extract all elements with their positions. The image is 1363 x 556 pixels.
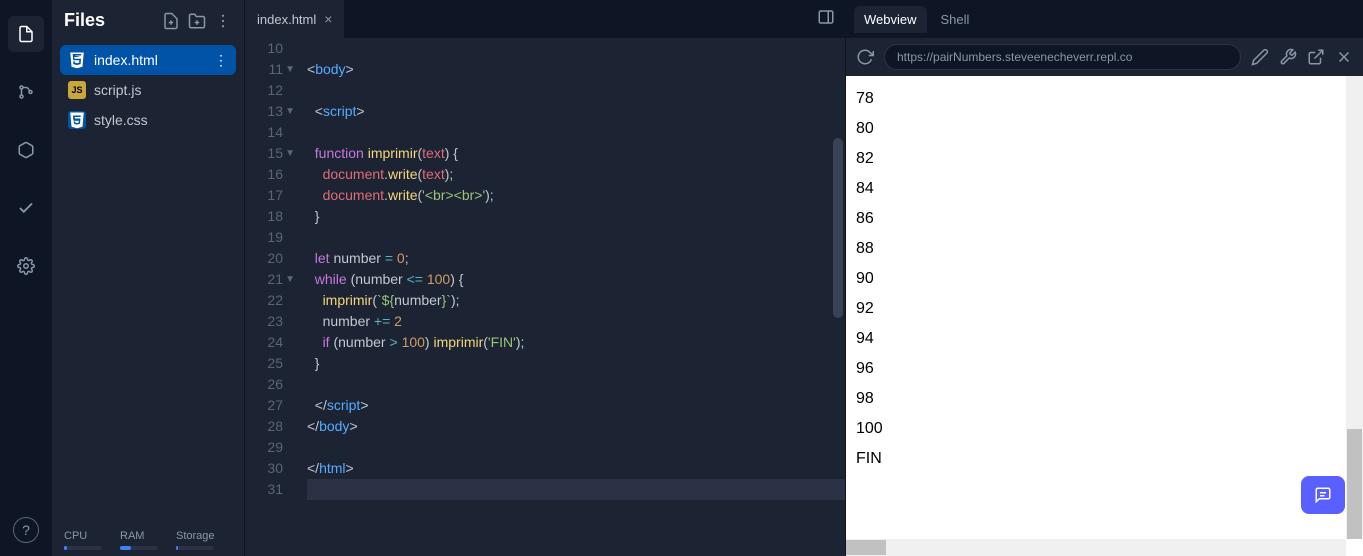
icon-rail [0,0,52,556]
open-new-icon[interactable] [1307,48,1325,66]
right-tab-shell[interactable]: Shell [931,6,980,33]
more-icon[interactable] [214,12,232,30]
package-icon[interactable] [8,132,44,168]
file-item-js[interactable]: JS script.js [60,75,236,105]
output-line: 100 [856,414,1353,444]
close-icon[interactable]: × [324,11,332,27]
url-input[interactable]: https://pairNumbers.steveenecheverr.repl… [884,44,1241,70]
right-tabs: WebviewShell [846,0,1363,38]
files-panel: Files index.html ⋮ JS script.js style.css CP… [52,0,244,556]
storage-label: Storage [176,530,215,542]
files-icon[interactable] [8,16,44,52]
close-panel-icon[interactable] [1335,48,1353,66]
chat-button[interactable] [1301,476,1345,514]
css-file-icon [68,111,86,129]
code-area[interactable]: 1011▼1213▼1415▼161718192021▼222324252627… [245,38,845,556]
output-line: 86 [856,204,1353,234]
output-line: 94 [856,324,1353,354]
file-label: index.html [94,52,158,68]
output-line: 96 [856,354,1353,384]
sidebar-toggle-icon[interactable] [807,8,845,31]
file-label: script.js [94,82,141,98]
url-bar: https://pairNumbers.steveenecheverr.repl… [846,38,1363,76]
right-tab-webview[interactable]: Webview [854,6,927,33]
reload-icon[interactable] [856,48,874,66]
file-item-css[interactable]: style.css [60,105,236,135]
editor-panel: index.html × 1011▼1213▼1415▼161718192021… [244,0,845,556]
code-lines[interactable]: <body> <script> function imprimir(text) … [289,38,845,556]
output-line: FIN [856,444,1353,474]
webview-content[interactable]: 7880828486889092949698100FIN [846,76,1363,556]
html-file-icon [68,51,86,69]
output-line: 88 [856,234,1353,264]
line-gutter: 1011▼1213▼1415▼161718192021▼222324252627… [245,38,289,556]
file-item-html[interactable]: index.html ⋮ [60,45,236,75]
output-line: 80 [856,114,1353,144]
new-folder-icon[interactable] [188,12,206,30]
editor-scrollbar[interactable] [833,138,843,318]
webview-scrollbar-horizontal[interactable] [846,539,1346,556]
tab-bar: index.html × [245,0,845,38]
cpu-label: CPU [64,530,102,542]
webview-scrollbar-vertical[interactable] [1346,76,1363,539]
settings-icon[interactable] [8,248,44,284]
files-title: Files [64,10,154,31]
output-line: 98 [856,384,1353,414]
file-label: style.css [94,112,148,128]
footer-stats: CPU RAM Storage [52,522,244,556]
cpu-stat: CPU [64,530,102,550]
branch-icon[interactable] [8,74,44,110]
tab-label: index.html [257,12,316,27]
files-header: Files [52,0,244,41]
file-list: index.html ⋮ JS script.js style.css [52,41,244,522]
js-file-icon: JS [68,81,86,99]
editor-tab[interactable]: index.html × [245,0,345,38]
output-line: 92 [856,294,1353,324]
output-line: 90 [856,264,1353,294]
output-line: 84 [856,174,1353,204]
devtools-icon[interactable] [1279,48,1297,66]
output-line: 78 [856,84,1353,114]
edit-icon[interactable] [1251,48,1269,66]
check-icon[interactable] [8,190,44,226]
right-panel: WebviewShell https://pairNumbers.steveen… [845,0,1363,556]
ram-label: RAM [120,530,158,542]
file-more-icon[interactable]: ⋮ [214,52,228,69]
help-button[interactable]: ? [13,517,39,543]
output-line: 82 [856,144,1353,174]
ram-stat: RAM [120,530,158,550]
storage-stat: Storage [176,530,215,550]
new-file-icon[interactable] [162,12,180,30]
